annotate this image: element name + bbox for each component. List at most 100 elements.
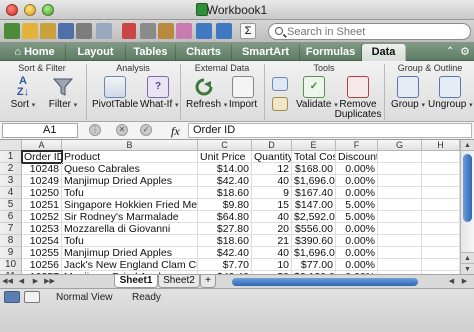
table-cell[interactable]: Jack's New England Clam Chowder [62, 259, 198, 271]
table-cell[interactable]: $556.00 [292, 223, 336, 235]
table-cell[interactable]: $167.40 [292, 187, 336, 199]
row-header[interactable]: 1 [0, 151, 22, 163]
remove-duplicates-button[interactable]: Remove Duplicates [334, 76, 382, 120]
table-cell[interactable]: 5.00% [336, 211, 378, 223]
row-header[interactable]: 10 [0, 259, 22, 271]
tab-charts[interactable]: Charts [176, 44, 232, 61]
tab-formulas[interactable]: Formulas [300, 44, 362, 61]
column-header-c[interactable]: C [198, 140, 252, 151]
empty-cell[interactable] [378, 199, 422, 211]
autosum-icon[interactable]: Σ [240, 23, 256, 39]
undo-icon[interactable] [196, 23, 212, 39]
consolidate-button[interactable] [270, 97, 290, 111]
paste-icon[interactable] [158, 23, 174, 39]
table-cell[interactable]: $14.00 [198, 163, 252, 175]
redo-icon[interactable] [216, 23, 232, 39]
templates-icon[interactable] [22, 23, 38, 39]
what-if-button[interactable]: ? What-If ▾ [140, 76, 179, 111]
empty-cell[interactable] [378, 223, 422, 235]
next-sheet-icon[interactable]: ▶ [30, 276, 41, 288]
print-icon[interactable] [76, 23, 92, 39]
header-cell[interactable]: Unit Price [198, 151, 252, 163]
tab-home[interactable]: ⌂ Home [4, 44, 66, 61]
table-cell[interactable]: 10250 [22, 187, 62, 199]
table-cell[interactable]: 40 [252, 175, 292, 187]
row-header[interactable]: 4 [0, 187, 22, 199]
ungroup-button[interactable]: Ungroup ▾ [428, 76, 473, 111]
horizontal-scroll-thumb[interactable] [232, 278, 418, 286]
empty-cell[interactable] [422, 247, 460, 259]
empty-cell[interactable] [422, 223, 460, 235]
empty-cell[interactable] [422, 187, 460, 199]
table-cell[interactable]: 21 [252, 235, 292, 247]
empty-cell[interactable] [422, 259, 460, 271]
header-cell[interactable]: Order ID [21, 150, 63, 164]
vertical-scroll-thumb[interactable] [463, 154, 472, 222]
table-cell[interactable]: 10253 [22, 223, 62, 235]
table-cell[interactable]: Mozzarella di Giovanni [62, 223, 198, 235]
empty-cell[interactable] [422, 175, 460, 187]
table-cell[interactable]: 9 [252, 187, 292, 199]
row-header[interactable]: 9 [0, 247, 22, 259]
row-header[interactable]: 7 [0, 223, 22, 235]
table-cell[interactable]: 10248 [22, 163, 62, 175]
text-to-columns-button[interactable] [270, 77, 290, 91]
table-cell[interactable]: 10254 [22, 235, 62, 247]
save-icon[interactable] [58, 23, 74, 39]
table-cell[interactable]: 0.00% [336, 163, 378, 175]
refresh-button[interactable]: Refresh ▾ [186, 76, 227, 111]
format-painter-icon[interactable] [176, 23, 192, 39]
copy-icon[interactable] [140, 23, 156, 39]
name-box[interactable]: A1 [2, 123, 78, 138]
name-box-menu-icon[interactable]: ⋮ [89, 124, 101, 136]
row-header[interactable]: 5 [0, 199, 22, 211]
tab-smartart[interactable]: SmartArt [232, 44, 300, 61]
table-cell[interactable]: 5.00% [336, 199, 378, 211]
sort-button[interactable]: A Z↓ Sort ▾ [6, 76, 40, 111]
search-box[interactable] [268, 23, 471, 40]
column-header-f[interactable]: F [336, 140, 378, 151]
table-cell[interactable]: $1,696.00 [292, 175, 336, 187]
table-cell[interactable]: $77.00 [292, 259, 336, 271]
table-cell[interactable]: $9.80 [198, 199, 252, 211]
empty-cell[interactable] [422, 199, 460, 211]
table-cell[interactable]: $64.80 [198, 211, 252, 223]
row-header[interactable]: 6 [0, 211, 22, 223]
table-cell[interactable]: $7.70 [198, 259, 252, 271]
table-cell[interactable]: 0.00% [336, 235, 378, 247]
table-cell[interactable]: 20 [252, 223, 292, 235]
table-cell[interactable]: Sir Rodney's Marmalade [62, 211, 198, 223]
empty-cell[interactable] [378, 187, 422, 199]
ribbon-options-icon[interactable]: ⚙ [460, 45, 470, 58]
empty-cell[interactable] [422, 235, 460, 247]
header-cell[interactable]: Discount [336, 151, 378, 163]
table-cell[interactable]: Tofu [62, 187, 198, 199]
empty-cell[interactable] [378, 151, 422, 163]
tab-layout[interactable]: Layout [66, 44, 126, 61]
group-button[interactable]: Group ▾ [390, 76, 426, 111]
table-cell[interactable]: 40 [252, 211, 292, 223]
table-cell[interactable]: $27.80 [198, 223, 252, 235]
empty-cell[interactable] [378, 163, 422, 175]
formula-input[interactable]: Order ID [188, 123, 472, 138]
empty-cell[interactable] [378, 235, 422, 247]
table-cell[interactable]: 10249 [22, 175, 62, 187]
column-header-h[interactable]: H [422, 140, 460, 151]
table-cell[interactable]: $18.60 [198, 187, 252, 199]
collapse-ribbon-icon[interactable]: ⌃ [446, 46, 454, 57]
column-header-d[interactable]: D [252, 140, 292, 151]
column-header-a[interactable]: A [22, 140, 62, 151]
table-cell[interactable]: 0.00% [336, 259, 378, 271]
table-cell[interactable]: $390.60 [292, 235, 336, 247]
table-cell[interactable]: 12 [252, 163, 292, 175]
sheet-tab-sheet1[interactable]: Sheet1 [114, 275, 158, 288]
table-cell[interactable]: Queso Cabrales [62, 163, 198, 175]
table-cell[interactable]: Tofu [62, 235, 198, 247]
last-sheet-icon[interactable]: ▶▶ [44, 276, 55, 288]
table-cell[interactable]: 15 [252, 199, 292, 211]
table-cell[interactable]: $42.40 [198, 175, 252, 187]
table-cell[interactable]: 10255 [22, 247, 62, 259]
new-workbook-icon[interactable] [4, 23, 20, 39]
row-header[interactable]: 8 [0, 235, 22, 247]
normal-view-icon[interactable] [4, 291, 20, 303]
